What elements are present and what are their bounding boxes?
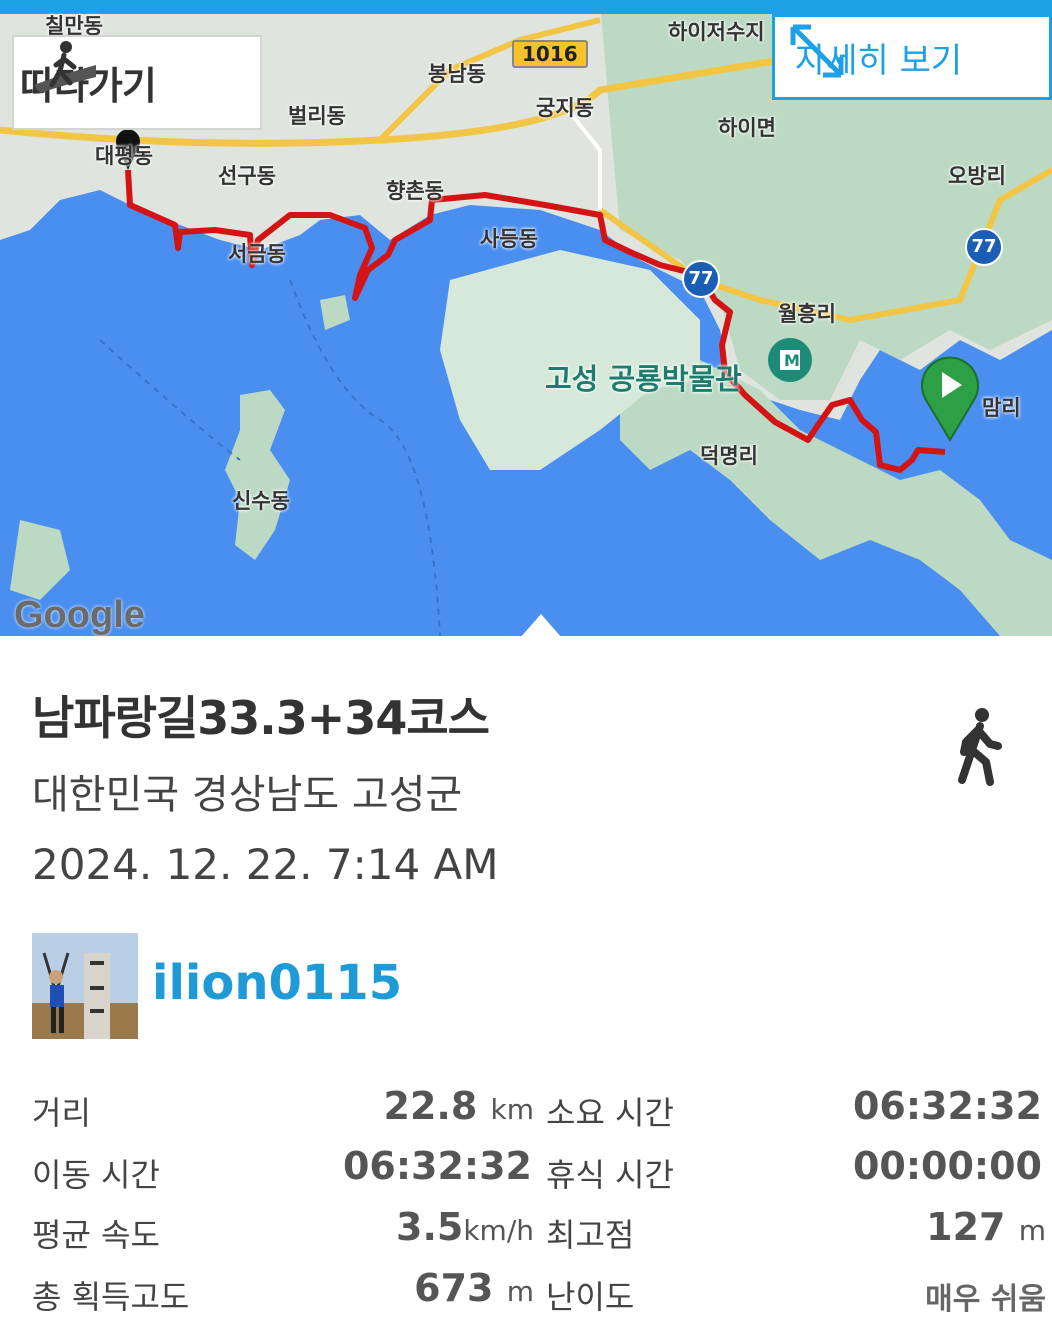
view-detail-button[interactable]: 자세히 보기 (772, 14, 1052, 100)
callout-notch (520, 614, 562, 638)
map-label: 오방리 (948, 164, 1006, 188)
map-label: 대평동 (95, 144, 153, 168)
trip-title: 남파랑길33.3+34코스 (32, 691, 490, 745)
map-label: 선구동 (218, 164, 276, 188)
distance-label: 거리 (32, 1094, 91, 1132)
map-label: 월흥리 (778, 302, 836, 326)
road-badge: 1016 (512, 40, 588, 68)
difficulty-value: 매우 쉬움 (925, 1282, 1046, 1317)
map-label: 신수동 (232, 489, 290, 513)
museum-label: 고성 공룡박물관 (545, 362, 742, 396)
map-label: 서금동 (228, 242, 286, 266)
map-label: 덕명리 (700, 444, 758, 468)
highway-shield: 77 (682, 260, 720, 298)
walking-icon (958, 708, 1002, 786)
map-label: 궁지동 (536, 96, 594, 120)
trip-date: 2024. 12. 22. 7:14 AM (32, 840, 499, 889)
duration-value: 06:32:32 (852, 1084, 1042, 1128)
map-label: 사등동 (480, 227, 538, 251)
user-avatar[interactable] (32, 933, 138, 1039)
difficulty-label: 난이도 (546, 1278, 635, 1316)
rest-time-label: 휴식 시간 (546, 1156, 674, 1194)
trip-region: 대한민국 경상남도 고성군 (32, 772, 463, 818)
elevation-gain-label: 총 획득고도 (32, 1278, 190, 1316)
map-label: 봉남동 (428, 62, 486, 86)
highway-shield: 77 (965, 228, 1003, 266)
top-accent-bar (0, 0, 1052, 14)
map-label: 향촌동 (386, 179, 444, 203)
map-label: 하이저수지 (668, 20, 765, 44)
moving-time-value: 06:32:32 (342, 1144, 532, 1188)
duration-label: 소요 시간 (546, 1094, 674, 1132)
username-link[interactable]: ilion0115 (152, 955, 402, 1011)
max-altitude-value: 127 m (926, 1205, 1046, 1249)
expand-icon (790, 24, 844, 78)
hiker-icon (34, 41, 96, 93)
avg-speed-value: 3.5km/h (396, 1205, 534, 1249)
svg-text:M: M (784, 351, 800, 370)
elevation-gain-value: 673 m (414, 1266, 534, 1310)
map-label: 맘리 (982, 396, 1021, 420)
max-altitude-label: 최고점 (546, 1216, 635, 1254)
route-map[interactable]: M 칠만동 봉남동 하이저수지 벌리동 궁지동 하이면 대평동 선구동 향촌동 … (0, 0, 1052, 636)
map-label: 벌리동 (288, 104, 346, 128)
distance-value: 22.8 km (383, 1084, 535, 1128)
google-logo: Google (14, 594, 145, 636)
avg-speed-label: 평균 속도 (32, 1216, 160, 1254)
rest-time-value: 00:00:00 (852, 1144, 1042, 1188)
follow-button[interactable]: 따라가기 (12, 35, 262, 130)
map-label: 하이면 (718, 116, 776, 140)
moving-time-label: 이동 시간 (32, 1156, 160, 1194)
